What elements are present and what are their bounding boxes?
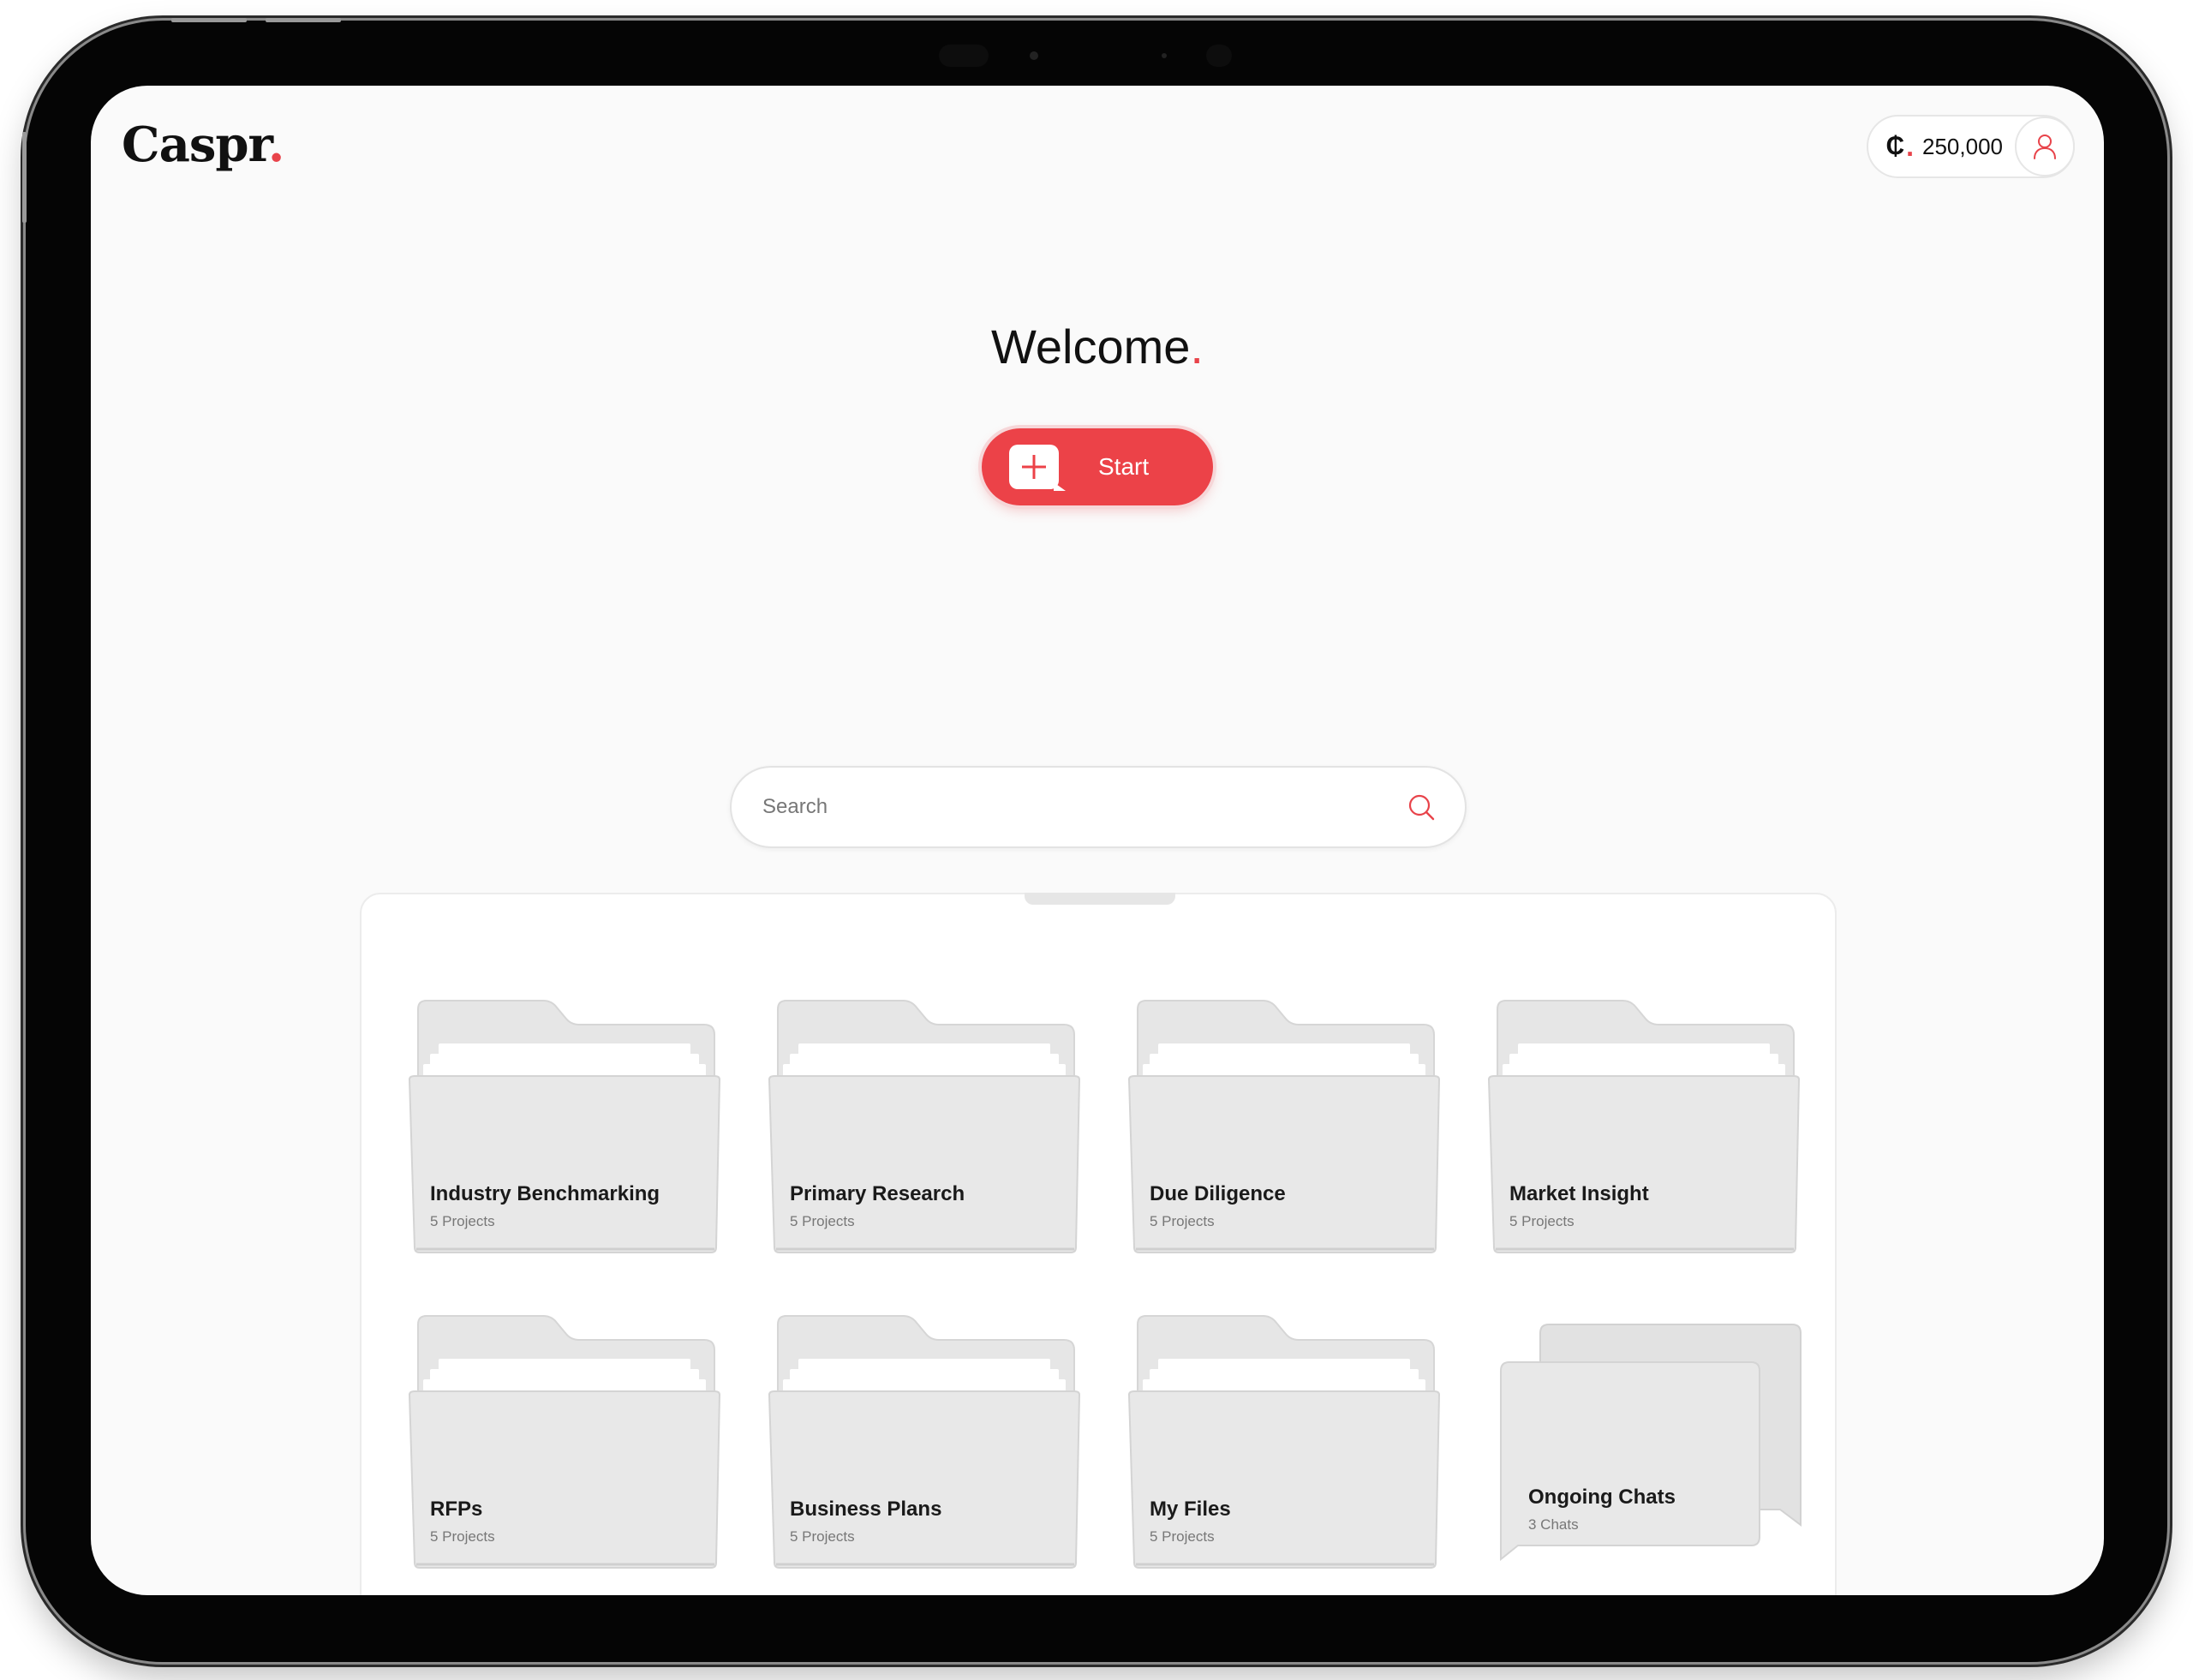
credit-amount: 250,000 [1922,133,2003,159]
app-logo[interactable]: Caspr. [122,117,284,173]
folder-card[interactable]: Industry Benchmarking 5 Projects [406,997,723,1254]
credit-currency-icon: ₵ [1885,132,1905,160]
user-profile-button[interactable] [2015,117,2075,176]
user-icon [2034,135,2056,159]
folder-project-count: 5 Projects [1509,1213,1575,1229]
folder-card[interactable]: Market Insight 5 Projects [1485,997,1802,1254]
welcome-text: Welcome [991,320,1191,374]
chat-bubbles-icon [1500,1324,1802,1562]
folder-project-count: 5 Projects [790,1528,855,1545]
projects-panel: Industry Benchmarking 5 Projects Primary … [360,893,1837,1595]
start-label: Start [1098,453,1150,480]
welcome-heading: Welcome. [91,319,2104,374]
chats-name: Ongoing Chats [1528,1486,1676,1509]
search-icon[interactable] [1407,792,1436,822]
device-side-button [171,18,247,22]
folder-name: Industry Benchmarking [430,1182,660,1205]
logo-dot: . [267,117,284,173]
folder-card[interactable]: My Files 5 Projects [1126,1312,1443,1569]
search-input[interactable] [761,794,1407,820]
device-camera [1030,51,1038,60]
folder-card[interactable]: RFPs 5 Projects [406,1312,723,1569]
logo-text: Caspr [122,117,269,173]
folder-name: My Files [1150,1498,1231,1521]
folder-name: Primary Research [790,1182,965,1205]
search-bar [730,766,1467,848]
folder-project-count: 5 Projects [1150,1213,1215,1229]
folder-card[interactable]: Business Plans 5 Projects [766,1312,1083,1569]
folder-project-count: 5 Projects [790,1213,855,1229]
credit-symbol-dot: . [1906,130,1915,162]
chats-count: 3 Chats [1528,1516,1579,1533]
welcome-dot: . [1190,320,1204,374]
folder-name: Market Insight [1509,1182,1649,1205]
folder-name: Due Diligence [1150,1182,1286,1205]
folder-name: Business Plans [790,1498,942,1521]
panel-handle[interactable] [1025,893,1175,905]
plus-chat-icon [1009,445,1066,491]
ongoing-chats-card[interactable]: Ongoing Chats 3 Chats [1497,1321,1814,1578]
credits-balance[interactable]: ₵. 250,000 [1868,131,2015,163]
folder-project-count: 5 Projects [1150,1528,1215,1545]
device-side-button [266,18,341,22]
folder-card[interactable]: Due Diligence 5 Projects [1126,997,1443,1254]
credits-widget: ₵. 250,000 [1867,115,2075,178]
device-sensor [939,45,989,67]
app-screen: Caspr. ₵. 250,000 Welcome. Start Search … [91,86,2104,1595]
device-volume-button [22,132,27,223]
device-sensor [1206,45,1232,67]
folder-project-count: 5 Projects [430,1528,495,1545]
folder-name: RFPs [430,1498,483,1521]
device-sensor-dot [1162,53,1167,58]
folder-project-count: 5 Projects [430,1213,495,1229]
start-button[interactable]: Start [982,428,1213,505]
folder-card[interactable]: Primary Research 5 Projects [766,997,1083,1254]
